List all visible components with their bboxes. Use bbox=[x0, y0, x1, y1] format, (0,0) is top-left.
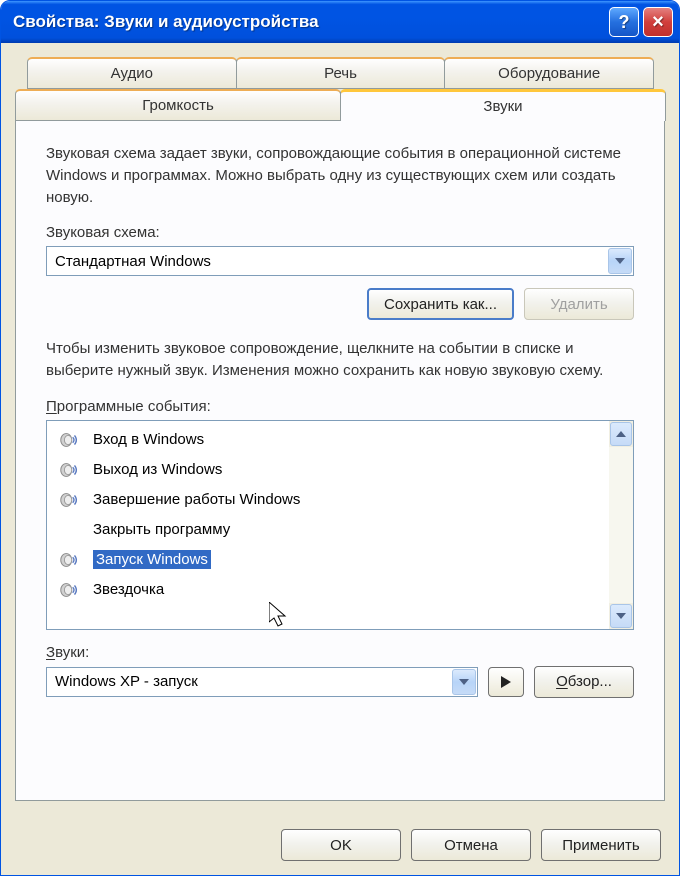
scheme-combobox[interactable]: Стандартная Windows bbox=[46, 246, 634, 276]
tab-panel-sounds: Звуковая схема задает звуки, сопровождаю… bbox=[15, 121, 665, 801]
play-icon bbox=[501, 676, 511, 688]
events-list: Вход в Windows Выход из Windows Завершение… bbox=[47, 421, 609, 629]
ok-button[interactable]: OK bbox=[281, 829, 401, 861]
speaker-icon bbox=[55, 549, 83, 571]
scheme-label: Звуковая схема: bbox=[46, 224, 634, 241]
chevron-down-icon bbox=[608, 248, 632, 274]
client-area: Аудио Речь Оборудование Громкость Звуки … bbox=[1, 43, 679, 815]
speaker-icon bbox=[55, 489, 83, 511]
close-button[interactable]: × bbox=[643, 7, 673, 37]
delete-button: Удалить bbox=[524, 288, 634, 320]
speaker-icon bbox=[55, 579, 83, 601]
events-label: Программные события: bbox=[46, 398, 634, 415]
scroll-up-button[interactable] bbox=[610, 422, 632, 446]
browse-button[interactable]: Обзор... bbox=[534, 666, 634, 698]
dialog-buttons: OK Отмена Применить bbox=[1, 815, 679, 875]
save-as-button[interactable]: Сохранить как... bbox=[367, 288, 514, 320]
list-item-label: Выход из Windows bbox=[93, 461, 222, 478]
scheme-description: Звуковая схема задает звуки, сопровождаю… bbox=[46, 143, 634, 208]
tab-audio[interactable]: Аудио bbox=[27, 57, 237, 89]
apply-button[interactable]: Применить bbox=[541, 829, 661, 861]
cancel-button[interactable]: Отмена bbox=[411, 829, 531, 861]
dialog-window: Свойства: Звуки и аудиоустройства ? × Ау… bbox=[0, 0, 680, 876]
scheme-value: Стандартная Windows bbox=[55, 253, 608, 270]
window-title: Свойства: Звуки и аудиоустройства bbox=[13, 12, 605, 32]
chevron-down-icon bbox=[616, 613, 626, 619]
events-description: Чтобы изменить звуковое сопровождение, щ… bbox=[46, 338, 634, 382]
scroll-track[interactable] bbox=[609, 447, 633, 603]
list-item-label: Закрыть программу bbox=[93, 521, 230, 538]
events-listbox[interactable]: Вход в Windows Выход из Windows Завершение… bbox=[46, 420, 634, 630]
list-item[interactable]: Звездочка bbox=[53, 575, 609, 605]
sounds-value: Windows XP - запуск bbox=[55, 673, 452, 690]
play-button[interactable] bbox=[488, 667, 524, 697]
list-item-label: Вход в Windows bbox=[93, 431, 204, 448]
speaker-icon bbox=[55, 429, 83, 451]
list-item[interactable]: Вход в Windows bbox=[53, 425, 609, 455]
tab-sounds[interactable]: Звуки bbox=[340, 89, 666, 121]
sounds-label: Звуки: bbox=[46, 644, 634, 661]
help-icon: ? bbox=[619, 12, 630, 33]
list-item-label: Завершение работы Windows bbox=[93, 491, 300, 508]
close-icon: × bbox=[652, 12, 664, 32]
sounds-combobox[interactable]: Windows XP - запуск bbox=[46, 667, 478, 697]
tab-speech[interactable]: Речь bbox=[236, 57, 446, 89]
tab-strip: Аудио Речь Оборудование Громкость Звуки bbox=[15, 57, 665, 121]
list-item[interactable]: Закрыть программу bbox=[53, 515, 609, 545]
list-item[interactable]: Выход из Windows bbox=[53, 455, 609, 485]
list-item-label: Звездочка bbox=[93, 581, 164, 598]
titlebar[interactable]: Свойства: Звуки и аудиоустройства ? × bbox=[1, 1, 679, 43]
list-item[interactable]: Запуск Windows bbox=[53, 545, 609, 575]
help-button[interactable]: ? bbox=[609, 7, 639, 37]
chevron-down-icon bbox=[452, 669, 476, 695]
speaker-icon bbox=[55, 459, 83, 481]
scroll-down-button[interactable] bbox=[610, 604, 632, 628]
list-item-label: Запуск Windows bbox=[93, 550, 211, 569]
chevron-up-icon bbox=[616, 431, 626, 437]
list-item[interactable]: Завершение работы Windows bbox=[53, 485, 609, 515]
tab-hardware[interactable]: Оборудование bbox=[444, 57, 654, 89]
tab-volume[interactable]: Громкость bbox=[15, 89, 341, 121]
scrollbar[interactable] bbox=[609, 421, 633, 629]
